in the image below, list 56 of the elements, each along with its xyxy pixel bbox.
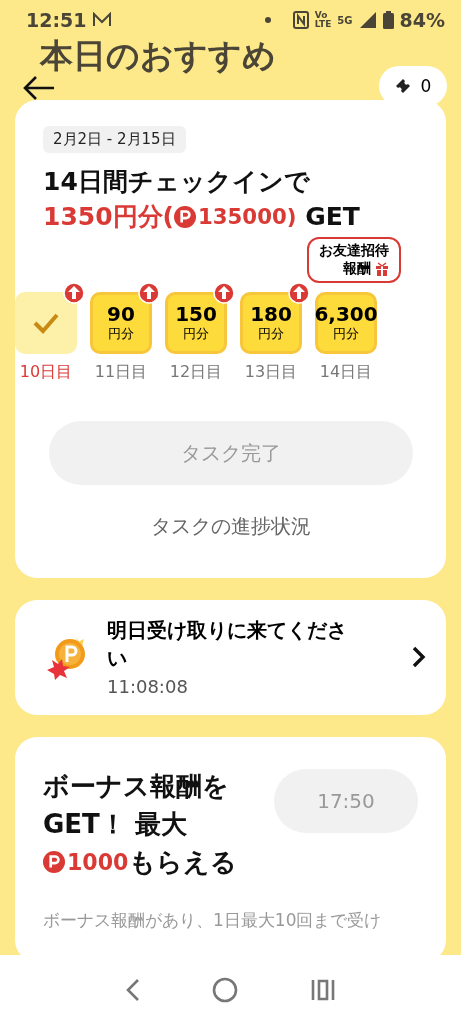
claim-title: 明日受け取りに来てください [107,617,348,672]
battery-level: 84% [399,9,445,31]
claim-card[interactable]: 明日受け取りに来てください 11:08:08 [15,600,446,715]
reward-text: 1350円分( [43,201,174,233]
point-icon [174,205,196,228]
point-icon [43,851,65,873]
home-nav-button[interactable] [212,976,239,1003]
reward-amount: 6,300 [314,303,378,325]
day-label: 12日目 [169,362,223,383]
bonus-title: 1000 [67,848,129,877]
volte-label: LTE [314,20,332,29]
signal-icon [358,11,377,29]
reward-tile[interactable]: 150 円分 [165,292,227,354]
tooltip-text: お友達招待 [319,242,389,260]
day-label: 14日目 [319,362,373,383]
check-icon [33,312,59,334]
day-label: 13日目 [244,362,298,383]
ticket-count: 0 [420,76,432,96]
bonus-title: もらえる [128,846,237,879]
reward-amount: 150 [175,303,217,325]
reward-text: GET [304,202,360,231]
headline: 14日間チェックインで [43,166,311,198]
reward-unit: 円分 [333,325,359,343]
nfc-icon [292,11,309,29]
back-button[interactable] [22,74,56,102]
reward-amount: 180 [250,303,292,325]
reward-unit: 円分 [183,325,209,343]
chevron-right-icon [412,645,426,668]
tooltip-text: 報酬 [343,260,371,278]
countdown-timer: 11:08:08 [107,676,189,697]
dot-icon [264,17,271,23]
back-nav-button[interactable] [126,977,141,1002]
reward-text: 135000) [198,204,297,229]
task-progress-link[interactable]: タスクの進捗状況 [15,513,446,540]
recents-nav-button[interactable] [310,977,335,1002]
gift-icon [375,262,389,276]
reward-unit: 円分 [258,325,284,343]
battery-icon [382,11,394,29]
ticket-icon [394,78,413,94]
page-title: 本日のおすすめ [40,35,277,77]
volte-label: Vo [314,11,329,20]
reward-tile[interactable]: 180 円分 [240,292,302,354]
reward-tile[interactable]: 6,300 円分 [315,292,377,354]
status-time: 12:51 [26,9,87,31]
reward-tile[interactable]: 90 円分 [90,292,152,354]
date-range: 2月2日 - 2月15日 [43,126,186,153]
bonus-description: ボーナス報酬があり、1日最大10回まで受け [43,909,383,932]
reward-tile[interactable] [15,292,77,354]
mail-icon [92,12,113,28]
network-label: 5G [337,14,353,26]
day-label: 10日目 [19,362,73,383]
ticket-counter[interactable]: 0 [379,66,447,106]
day-label: 11日目 [94,362,148,383]
bonus-title: ボーナス報酬をGET！ 最大 [43,770,230,841]
reward-amount: 90 [107,303,135,325]
reward-unit: 円分 [108,325,134,343]
